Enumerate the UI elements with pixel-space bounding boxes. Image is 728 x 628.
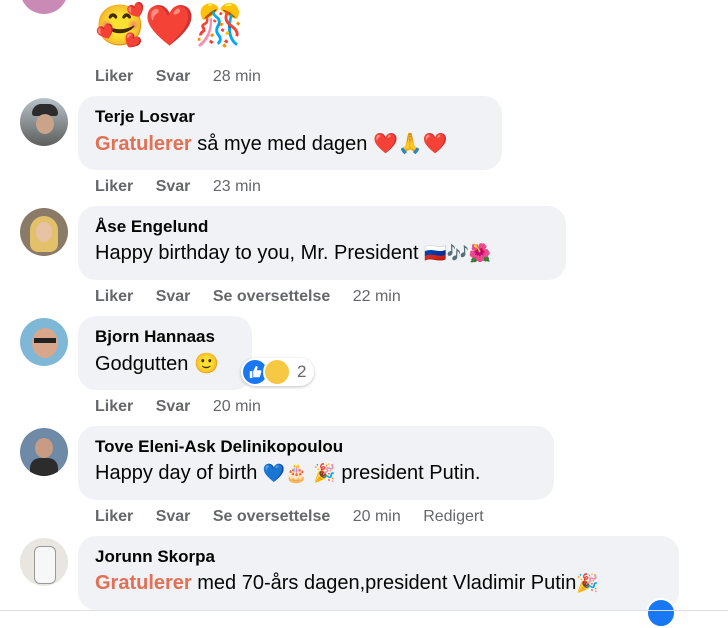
comment-text: Gratulerer med 70-års dagen,president Vl… [95,572,599,594]
comment-actions: Liker Svar Se oversettelse 22 min [95,287,419,307]
avatar[interactable] [20,538,68,586]
comment-actions: Liker Svar 20 min [95,397,279,417]
timestamp[interactable]: 20 min [353,508,401,525]
reply-action[interactable]: Svar [156,508,191,525]
like-action[interactable]: Liker [95,508,133,525]
comment-text: Happy birthday to you, Mr. President 🇷🇺🎶… [95,242,492,264]
comment-actions: Liker Svar 23 min [95,177,279,197]
timestamp[interactable]: 20 min [213,398,261,415]
comment-bubble: Jorunn Skorpa Gratulerer med 70-års dage… [78,536,679,610]
translate-action[interactable]: Se oversettelse [213,508,330,525]
comment-text: Happy day of birth 💙🎂 🎉 president Putin. [95,462,481,484]
reply-action[interactable]: Svar [156,178,191,195]
avatar[interactable] [20,98,68,146]
avatar[interactable] [20,208,68,256]
highlighted-word[interactable]: Gratulerer [95,572,192,594]
author-name[interactable]: Terje Losvar [95,106,484,128]
reply-action[interactable]: Svar [156,68,191,85]
comment-bubble: Åse Engelund Happy birthday to you, Mr. … [78,206,566,280]
emoji-text: 🥰❤️🎊 [95,3,245,49]
avatar[interactable] [20,318,68,366]
reply-action[interactable]: Svar [156,398,191,415]
highlighted-word[interactable]: Gratulerer [95,133,192,155]
like-action[interactable]: Liker [95,398,133,415]
reaction-count: 2 [297,362,307,381]
haha-reaction-icon [263,358,291,386]
divider [0,610,728,611]
comment-text: Gratulerer så mye med dagen ❤️🙏❤️ [95,131,448,155]
author-name[interactable]: Bjorn Hannaas [95,326,234,348]
like-action[interactable]: Liker [95,68,133,85]
comment-bubble: Terje Losvar Gratulerer så mye med dagen… [78,96,502,170]
reply-action[interactable]: Svar [156,288,191,305]
timestamp[interactable]: 23 min [213,178,261,195]
avatar[interactable] [20,0,68,14]
author-name[interactable]: Tove Eleni-Ask Delinikopoulou [95,436,536,458]
like-reaction-icon[interactable] [646,598,676,628]
comment-bubble: Bjorn Hannaas Godgutten 🙂 [78,316,252,390]
like-action[interactable]: Liker [95,178,133,195]
avatar[interactable] [20,428,68,476]
translate-action[interactable]: Se oversettelse [213,288,330,305]
edited-label[interactable]: Redigert [423,508,483,525]
comment-bubble: Tove Eleni-Ask Delinikopoulou Happy day … [78,426,554,500]
comment-actions: Liker Svar 28 min [95,67,279,87]
author-name[interactable]: Jorunn Skorpa [95,546,661,568]
timestamp[interactable]: 28 min [213,68,261,85]
reaction-summary[interactable]: 2 [241,358,315,386]
timestamp[interactable]: 22 min [353,288,401,305]
comment-actions: Liker Svar Se oversettelse 20 min Redige… [95,507,502,527]
like-action[interactable]: Liker [95,288,133,305]
author-name[interactable]: Åse Engelund [95,216,548,238]
comment-text: Godgutten 🙂 [95,351,219,375]
